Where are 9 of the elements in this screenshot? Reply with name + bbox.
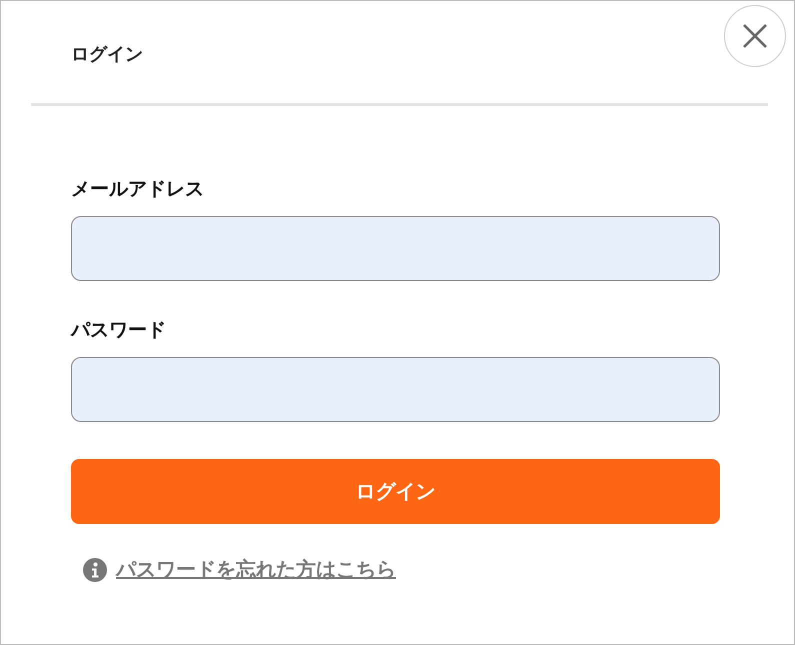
dialog-title: ログイン xyxy=(71,43,143,66)
forgot-password-link[interactable]: パスワードを忘れた方はこちら xyxy=(116,556,396,583)
input-field[interactable] xyxy=(71,357,720,422)
login-button[interactable]: ログイン xyxy=(71,459,720,524)
close-icon xyxy=(742,23,768,49)
field-label: パスワード xyxy=(71,318,167,343)
input-field[interactable] xyxy=(71,216,720,281)
field-label: メールアドレス xyxy=(71,177,205,202)
info-icon xyxy=(83,558,107,582)
